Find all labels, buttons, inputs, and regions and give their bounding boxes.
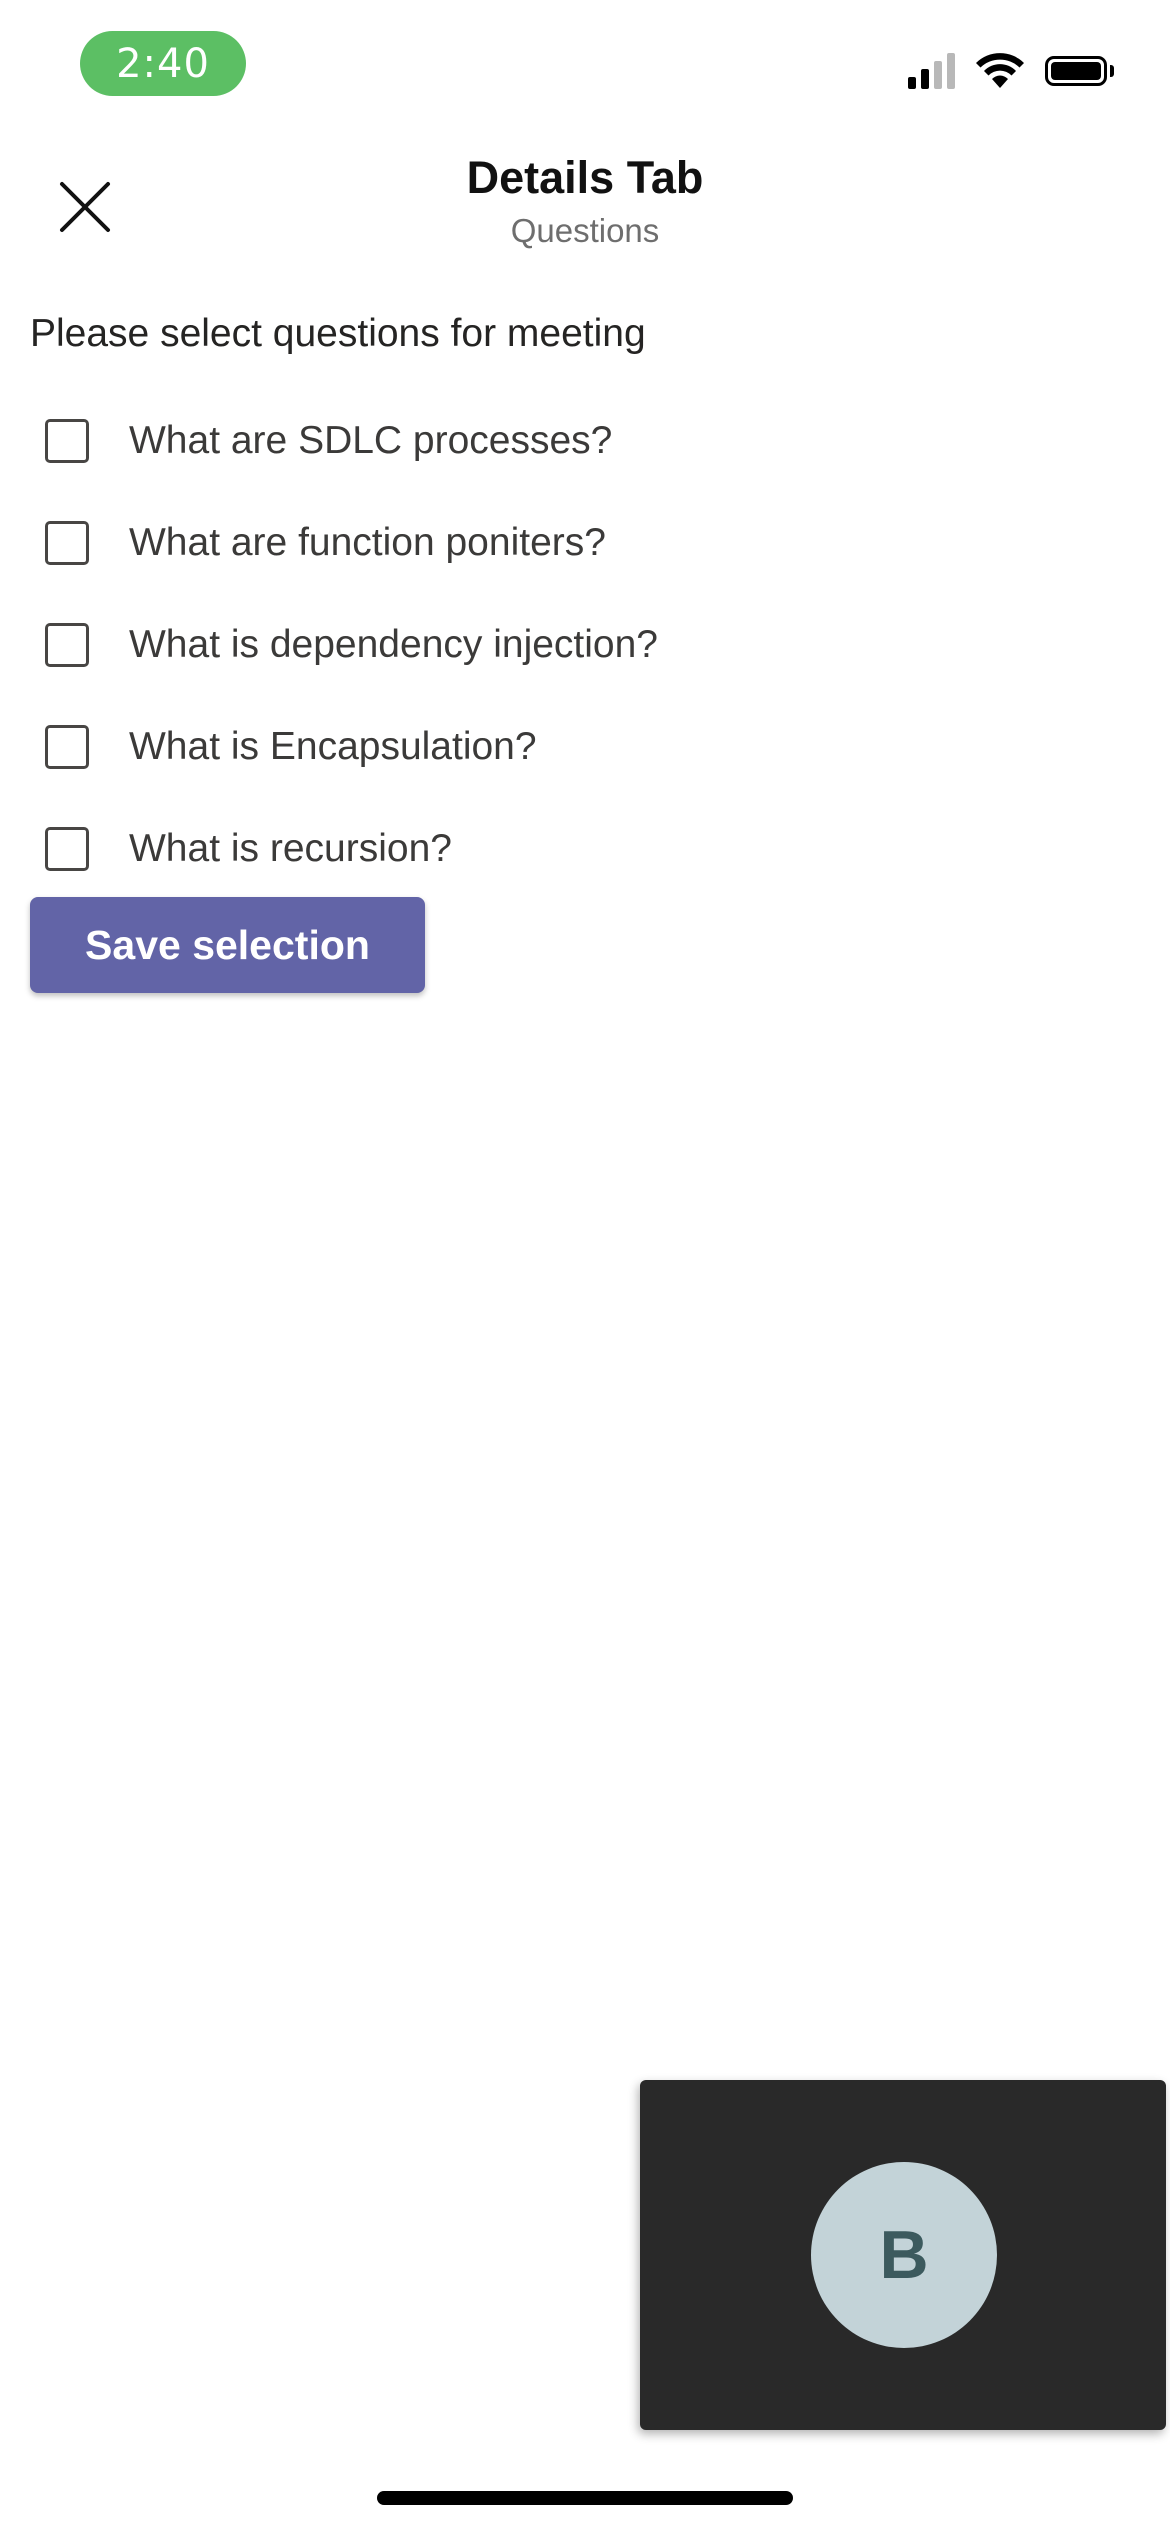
status-time: 2:40: [80, 31, 246, 96]
question-checkbox[interactable]: [45, 521, 89, 565]
question-label: What is recursion?: [129, 827, 452, 870]
question-item[interactable]: What is Encapsulation?: [45, 696, 658, 798]
question-item[interactable]: What is dependency injection?: [45, 594, 658, 696]
question-list: What are SDLC processes? What are functi…: [45, 390, 658, 900]
video-tile[interactable]: B: [640, 2080, 1166, 2430]
question-label: What is dependency injection?: [129, 623, 658, 666]
avatar: B: [811, 2162, 997, 2348]
battery-icon: [1045, 56, 1114, 86]
question-label: What are SDLC processes?: [129, 419, 613, 462]
status-icons: [908, 52, 1114, 90]
question-checkbox[interactable]: [45, 623, 89, 667]
question-label: What is Encapsulation?: [129, 725, 537, 768]
question-item[interactable]: What is recursion?: [45, 798, 658, 900]
question-checkbox[interactable]: [45, 419, 89, 463]
cellular-signal-icon: [908, 53, 955, 89]
home-indicator[interactable]: [377, 2491, 793, 2505]
question-item[interactable]: What are SDLC processes?: [45, 390, 658, 492]
wifi-icon: [976, 53, 1024, 88]
question-item[interactable]: What are function poniters?: [45, 492, 658, 594]
select-questions-prompt: Please select questions for meeting: [30, 312, 646, 355]
save-selection-button[interactable]: Save selection: [30, 897, 425, 993]
question-checkbox[interactable]: [45, 725, 89, 769]
question-label: What are function poniters?: [129, 521, 606, 564]
page-title: Details Tab: [466, 152, 704, 203]
page-subtitle: Questions: [510, 212, 660, 249]
question-checkbox[interactable]: [45, 827, 89, 871]
